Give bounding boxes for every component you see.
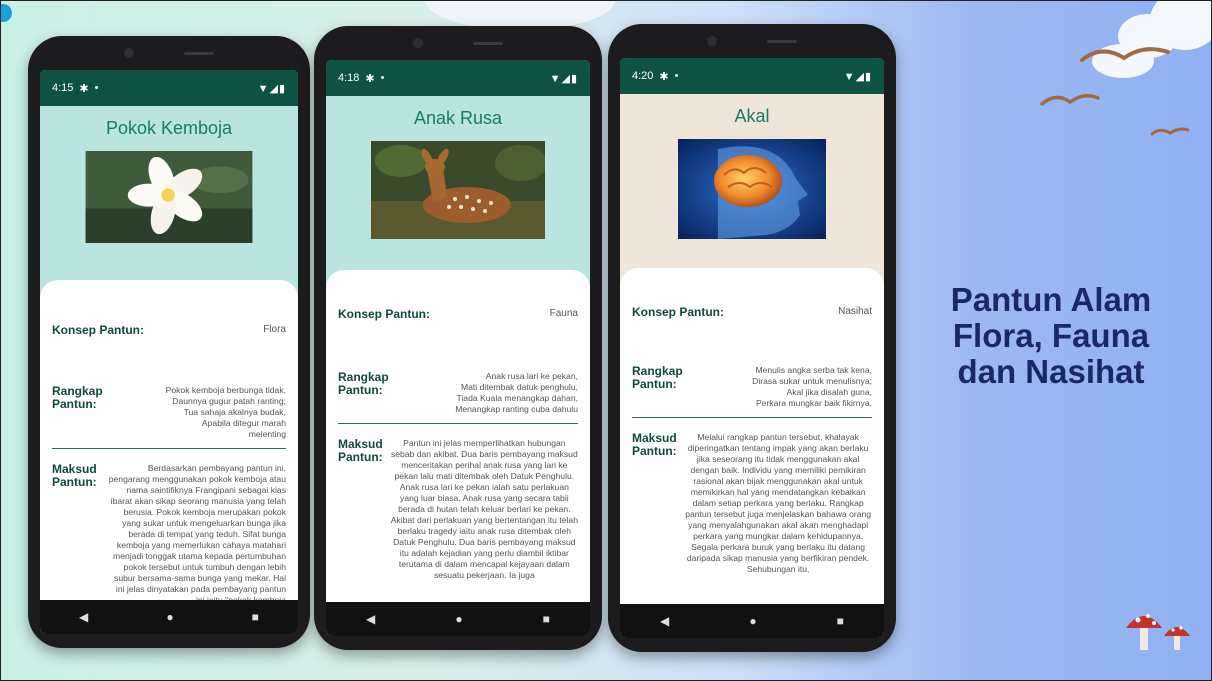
recents-button[interactable]: ■ bbox=[252, 610, 259, 624]
camera bbox=[124, 48, 134, 58]
rangkap-line: Menangkap ranting cuba dahulu bbox=[455, 404, 578, 414]
status-time: 4:20 bbox=[632, 70, 654, 82]
speaker bbox=[184, 51, 214, 55]
screen-heading: Anak Rusa bbox=[413, 108, 503, 128]
gear-icon: ✱ bbox=[365, 72, 375, 85]
dot-icon: • bbox=[380, 72, 385, 84]
camera bbox=[413, 38, 423, 48]
divider bbox=[52, 448, 286, 449]
bird-icon bbox=[1040, 94, 1100, 106]
title-line-3: dan Nasihat bbox=[957, 353, 1145, 390]
maksud-text: Pantun ini jelas memperlihatkan hubungan… bbox=[390, 438, 578, 580]
rangkap-text: Menulis angka serba tak kena, Dirasa suk… bbox=[712, 365, 872, 409]
corner-dot bbox=[0, 4, 12, 22]
gear-icon: ✱ bbox=[79, 82, 89, 95]
nav-bar: ◀ ● ■ bbox=[620, 604, 884, 638]
rangkap-label: Rangkap Pantun: bbox=[52, 384, 103, 411]
speaker bbox=[767, 39, 797, 43]
maksud-text: Melalui rangkap pantun tersebut, khalaya… bbox=[685, 432, 872, 574]
divider bbox=[632, 417, 872, 418]
brain-image bbox=[678, 139, 826, 239]
nav-bar: ◀ ● ■ bbox=[326, 602, 590, 636]
rangkap-line: Apabila ditegur marah bbox=[201, 418, 286, 428]
signal-battery-icon: ▼◢▮ bbox=[257, 82, 286, 95]
maksud-text: Berdasarkan pembayang pantun ini, pengar… bbox=[108, 463, 286, 605]
dot-icon: • bbox=[674, 70, 679, 82]
rangkap-label: Rangkap Pantun: bbox=[338, 370, 389, 397]
phone-frame: 4:20 ✱ • ▼◢▮ Akal Konsep Pantun: Nasihat bbox=[608, 24, 896, 652]
maksud-label: Maksud Pantun: bbox=[338, 438, 383, 464]
status-time: 4:15 bbox=[52, 82, 74, 94]
konsep-label: Konsep Pantun: bbox=[52, 323, 144, 337]
status-time: 4:18 bbox=[338, 72, 360, 84]
phone-frame: 4:18 ✱ • ▼◢▮ Anak Rusa Konsep Pantun: Faun… bbox=[314, 26, 602, 650]
details-card: Konsep Pantun: Flora Rangkap Pantun: Pok… bbox=[40, 280, 298, 613]
page-title: Pantun Alam Flora, Fauna dan Nasihat bbox=[916, 282, 1186, 390]
bird-icon bbox=[1080, 47, 1170, 62]
recents-button[interactable]: ■ bbox=[837, 614, 844, 628]
status-bar: 4:18 ✱ • ▼◢▮ bbox=[326, 60, 590, 96]
rangkap-line: Anak rusa lari ke pekan, bbox=[485, 371, 578, 381]
dot-icon: • bbox=[94, 82, 99, 94]
camera bbox=[707, 36, 717, 46]
title-line-2: Flora, Fauna bbox=[952, 317, 1150, 354]
details-card: Konsep Pantun: Nasihat Rangkap Pantun: M… bbox=[620, 268, 884, 602]
konsep-value: Nasihat bbox=[838, 306, 872, 317]
hero-section: Pokok Kemboja bbox=[40, 106, 298, 296]
phone-screen: 4:18 ✱ • ▼◢▮ Anak Rusa Konsep Pantun: Faun… bbox=[326, 60, 590, 636]
home-button[interactable]: ● bbox=[455, 612, 462, 626]
bird-icon bbox=[1150, 127, 1190, 136]
maksud-label: Maksud Pantun: bbox=[632, 432, 677, 458]
status-bar: 4:15 ✱ • ▼◢▮ bbox=[40, 70, 298, 106]
rangkap-line: Perkara mungkar baik fikirnya. bbox=[755, 398, 872, 408]
maksud-label: Maksud Pantun: bbox=[52, 463, 97, 489]
rangkap-line: Akal jika disalah guna, bbox=[786, 387, 872, 397]
status-bar: 4:20 ✱ • ▼◢▮ bbox=[620, 58, 884, 94]
konsep-label: Konsep Pantun: bbox=[632, 305, 724, 319]
rangkap-line: Dirasa sukar untuk menulisnya; bbox=[752, 376, 872, 386]
home-button[interactable]: ● bbox=[749, 614, 756, 628]
back-button[interactable]: ◀ bbox=[366, 612, 375, 626]
rangkap-line: Mati ditembak datuk penghulu, bbox=[460, 382, 578, 392]
rangkap-line: Pokok kemboja berbunga tidak, bbox=[165, 385, 286, 395]
frangipani-image bbox=[85, 151, 253, 243]
signal-battery-icon: ▼◢▮ bbox=[843, 70, 872, 83]
rangkap-text: Pokok kemboja berbunga tidak, Daunnya gu… bbox=[136, 385, 286, 440]
speaker bbox=[473, 41, 503, 45]
signal-battery-icon: ▼◢▮ bbox=[549, 72, 578, 85]
hero-section: Anak Rusa bbox=[326, 96, 590, 286]
rangkap-line: Tiada Kuala menangkap dahan, bbox=[456, 393, 578, 403]
title-line-1: Pantun Alam bbox=[950, 281, 1152, 318]
rangkap-line: Daunnya gugur patah ranting; bbox=[172, 396, 286, 406]
phone-screen: 4:20 ✱ • ▼◢▮ Akal Konsep Pantun: Nasihat bbox=[620, 58, 884, 638]
rangkap-line: Tua sahaja akalnya budak, bbox=[183, 407, 286, 417]
details-card: Konsep Pantun: Fauna Rangkap Pantun: Ana… bbox=[326, 270, 590, 610]
mushroom-icon bbox=[1126, 614, 1190, 650]
recents-button[interactable]: ■ bbox=[543, 612, 550, 626]
screen-heading: Pokok Kemboja bbox=[105, 118, 233, 138]
fawn-image bbox=[371, 141, 545, 239]
back-button[interactable]: ◀ bbox=[79, 610, 88, 624]
home-button[interactable]: ● bbox=[166, 610, 173, 624]
phone-screen: 4:15 ✱ • ▼◢▮ Pokok Kemboja Konsep Pantun… bbox=[40, 70, 298, 634]
konsep-value: Fauna bbox=[549, 308, 578, 319]
screen-heading: Akal bbox=[734, 106, 770, 126]
rangkap-text: Anak rusa lari ke pekan, Mati ditembak d… bbox=[435, 371, 578, 415]
divider bbox=[338, 423, 578, 424]
phone-frame: 4:15 ✱ • ▼◢▮ Pokok Kemboja Konsep Pantun… bbox=[28, 36, 310, 648]
konsep-value: Flora bbox=[263, 324, 286, 335]
hero-section: Akal bbox=[620, 94, 884, 284]
konsep-label: Konsep Pantun: bbox=[338, 307, 430, 321]
gear-icon: ✱ bbox=[659, 70, 669, 83]
rangkap-line: melenting bbox=[248, 429, 286, 439]
back-button[interactable]: ◀ bbox=[660, 614, 669, 628]
rangkap-label: Rangkap Pantun: bbox=[632, 364, 683, 391]
nav-bar: ◀ ● ■ bbox=[40, 600, 298, 634]
rangkap-line: Menulis angka serba tak kena, bbox=[755, 365, 872, 375]
